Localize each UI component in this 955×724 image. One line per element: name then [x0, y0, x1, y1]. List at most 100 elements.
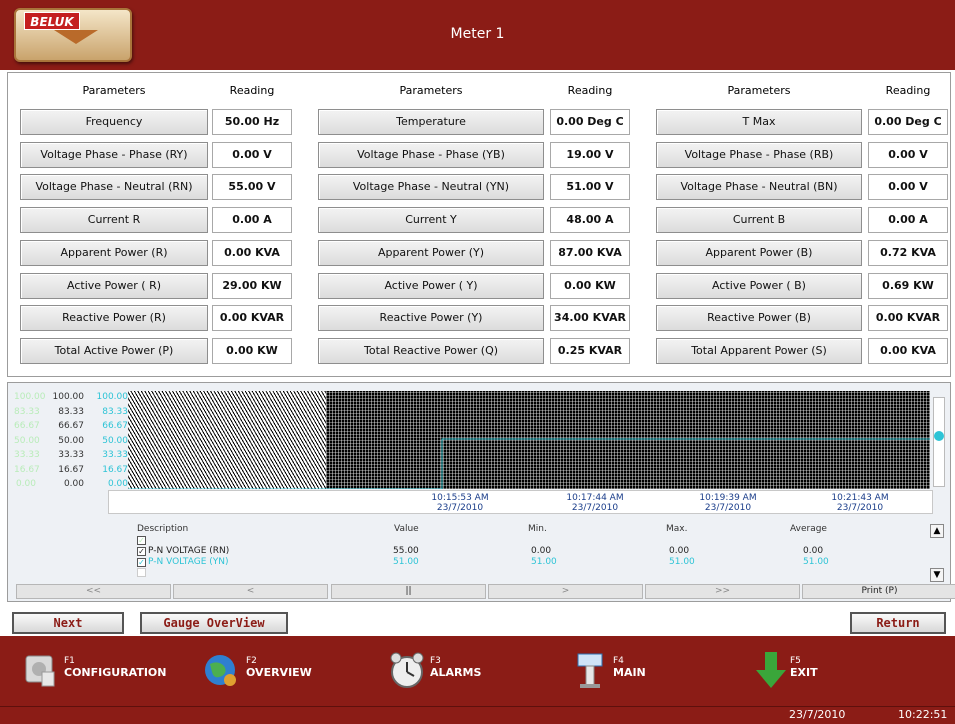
param-label: Voltage Phase - Neutral (RN) [20, 174, 208, 200]
time-label-time: 10:15:53 AM [431, 493, 489, 503]
y-tick-faint: 66.67 [14, 421, 40, 431]
legend-header-min: Min. [528, 524, 547, 534]
time-label-time: 10:17:44 AM [566, 493, 624, 503]
trend-cursor-marker[interactable] [934, 431, 944, 441]
param-reading: 19.00 V [550, 142, 630, 168]
param-label: Apparent Power (B) [656, 240, 862, 266]
param-label: Reactive Power (Y) [318, 305, 544, 331]
parameters-header-1: Parameters [82, 84, 146, 97]
legend-header-max: Max. [666, 524, 688, 534]
param-reading: 0.00 KW [212, 338, 292, 364]
legend-cell-avg: 51.00 [803, 557, 829, 567]
param-reading: 87.00 KVA [550, 240, 630, 266]
legend-scroll-down[interactable]: ▼ [930, 568, 944, 582]
param-reading: 0.00 KVA [868, 338, 948, 364]
overview-icon [205, 655, 236, 686]
param-reading: 0.00 V [868, 142, 948, 168]
y-tick-label: 33.33 [58, 450, 84, 460]
param-reading: 34.00 KVAR [550, 305, 630, 331]
legend-cell-value: 51.00 [393, 557, 419, 567]
parameters-header-2: Parameters [399, 84, 463, 97]
y-tick-label-yn: 16.67 [102, 464, 128, 475]
param-label: Total Active Power (P) [20, 338, 208, 364]
time-label-date: 23/7/2010 [704, 503, 752, 513]
nav-first-button[interactable]: << [16, 584, 171, 599]
param-reading: 0.00 KVAR [868, 305, 948, 331]
legend-row-name[interactable]: ✓ P-N VOLTAGE (YN) [137, 557, 229, 567]
footer-main[interactable]: F4 MAIN [613, 656, 646, 679]
function-key-label: F4 [613, 656, 624, 666]
param-label: Frequency [20, 109, 208, 135]
trend-scrollbar[interactable] [933, 397, 945, 487]
param-reading: 29.00 KW [212, 273, 292, 299]
param-reading: 48.00 A [550, 207, 630, 233]
nav-next-button[interactable]: > [488, 584, 643, 599]
time-axis-label: 10:19:39 AM 23/7/2010 [693, 493, 763, 513]
y-tick-label: 83.33 [58, 406, 84, 417]
y-tick-label: 100.00 [52, 392, 85, 402]
param-label: Current Y [318, 207, 544, 233]
configuration-icon [25, 655, 55, 687]
param-label: Current B [656, 207, 862, 233]
legend-scroll-up[interactable]: ▲ [930, 524, 944, 538]
nav-last-button[interactable]: >> [645, 584, 800, 599]
legend-cell-max: 51.00 [669, 557, 695, 567]
legend-row-name[interactable]: ✓ P-N VOLTAGE (RN) [137, 546, 229, 556]
print-button[interactable]: Print (P) [802, 584, 955, 599]
y-tick-label-yn: 33.33 [102, 450, 128, 460]
alarms-icon [390, 652, 424, 688]
footer-alarms[interactable]: F3 ALARMS [430, 656, 481, 679]
y-tick-faint: 0.00 [15, 479, 36, 489]
legend-cell-min: 0.00 [531, 546, 552, 556]
function-key-label: F1 [64, 656, 75, 666]
time-label-time: 10:21:43 AM [831, 493, 889, 503]
return-button[interactable]: Return [850, 612, 946, 634]
time-axis-label: 10:21:43 AM 23/7/2010 [825, 493, 895, 513]
function-key-label: F5 [790, 656, 801, 666]
param-reading: 0.00 KVAR [212, 305, 292, 331]
footer-exit[interactable]: F5 EXIT [790, 656, 818, 679]
next-button[interactable]: Next [12, 612, 124, 634]
legend-row-faint: ✓ [137, 536, 146, 545]
reading-header-1: Reading [229, 84, 275, 97]
param-reading: 0.00 Deg C [868, 109, 948, 135]
time-label-date: 23/7/2010 [571, 503, 619, 513]
footer-overview[interactable]: F2 OVERVIEW [246, 656, 312, 679]
y-tick-faint: 83.33 [14, 406, 40, 417]
param-label: Voltage Phase - Neutral (YN) [318, 174, 544, 200]
exit-icon [756, 652, 786, 688]
y-tick-faint: 33.33 [14, 450, 40, 460]
legend-header-average: Average [790, 524, 827, 534]
nav-prev-button[interactable]: < [173, 584, 328, 599]
param-reading: 55.00 V [212, 174, 292, 200]
function-label: OVERVIEW [246, 666, 312, 679]
legend-header-value: Value [394, 524, 419, 534]
param-reading: 50.00 Hz [212, 109, 292, 135]
legend-checkbox[interactable]: ✓ [137, 558, 146, 567]
function-label: CONFIGURATION [64, 666, 167, 679]
param-label: Active Power ( B) [656, 273, 862, 299]
param-reading: 0.00 KW [550, 273, 630, 299]
time-label-date: 23/7/2010 [436, 503, 484, 513]
param-reading: 0.00 V [212, 142, 292, 168]
param-reading: 0.69 KW [868, 273, 948, 299]
time-axis-label: 10:15:53 AM 23/7/2010 [425, 493, 495, 513]
param-reading: 0.00 A [868, 207, 948, 233]
time-axis-label: 10:17:44 AM 23/7/2010 [560, 493, 630, 513]
nav-pause-button[interactable]: || [331, 584, 486, 599]
function-label: MAIN [613, 666, 646, 679]
param-label: Current R [20, 207, 208, 233]
gauge-overview-button[interactable]: Gauge OverView [140, 612, 288, 634]
y-tick-label-yn: 50.00 [102, 435, 128, 446]
y-tick-label-yn: 83.33 [102, 406, 128, 417]
status-time: 10:22:51 [898, 708, 948, 721]
legend-series-name: P-N VOLTAGE (RN) [148, 546, 230, 556]
param-reading: 0.00 KVA [212, 240, 292, 266]
function-label: ALARMS [430, 666, 482, 679]
status-date: 23/7/2010 [789, 708, 846, 721]
legend-checkbox[interactable]: ✓ [137, 547, 146, 556]
trend-trace-yn [128, 438, 930, 489]
footer-configuration[interactable]: F1 CONFIGURATION [64, 656, 166, 679]
main-icon [577, 653, 603, 688]
param-label: Reactive Power (B) [656, 305, 862, 331]
